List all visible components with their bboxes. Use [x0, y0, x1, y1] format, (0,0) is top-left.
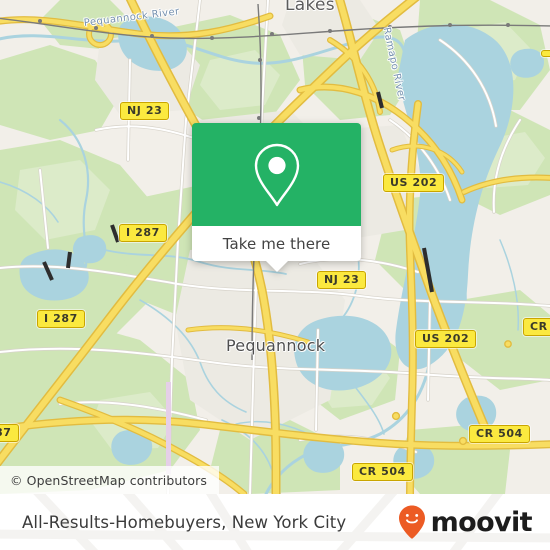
osm-attribution[interactable]: © OpenStreetMap contributors: [0, 466, 220, 494]
highway-shield-us-202-south[interactable]: US 202: [415, 330, 477, 348]
highway-shield-us-202-north[interactable]: US 202: [383, 174, 445, 192]
take-me-there-label: Take me there: [222, 234, 331, 253]
highway-shield-nj-23-north[interactable]: NJ 23: [120, 102, 170, 120]
highway-shield-i-287-upper[interactable]: I 287: [119, 224, 167, 242]
highway-shield-cr-504-west[interactable]: CR 504: [352, 463, 413, 481]
location-pin-icon: [254, 143, 299, 206]
card-action-bar[interactable]: Take me there: [192, 226, 361, 272]
moovit-pin-smiley-icon: [398, 505, 425, 539]
card-pointer-tail: [265, 261, 288, 272]
card-header-pin-area: [192, 123, 361, 226]
highway-shield-nj-23-south[interactable]: NJ 23: [317, 271, 367, 289]
take-me-there-card[interactable]: Take me there: [192, 123, 361, 272]
moovit-logo[interactable]: moovit: [397, 504, 533, 540]
osm-attribution-text: © OpenStreetMap contributors: [10, 472, 208, 488]
map-screenshot: Pequannock River Ramapo River Lakes Pequ…: [0, 0, 550, 550]
highway-shield-i-287-clipped[interactable]: 87: [0, 424, 19, 442]
highway-shield-i-287-lower[interactable]: I 287: [37, 310, 85, 328]
footer-bar: All-Results-Homebuyers, New York City mo…: [0, 494, 550, 550]
highway-shield-edge-clipped[interactable]: [541, 50, 550, 57]
highway-shield-cr-68-clipped[interactable]: CR 68: [523, 318, 550, 336]
map-canvas[interactable]: Pequannock River Ramapo River Lakes Pequ…: [0, 0, 550, 494]
page-title: All-Results-Homebuyers, New York City: [22, 512, 347, 532]
highway-shield-cr-504-east[interactable]: CR 504: [469, 425, 530, 443]
moovit-wordmark: moovit: [430, 506, 533, 538]
